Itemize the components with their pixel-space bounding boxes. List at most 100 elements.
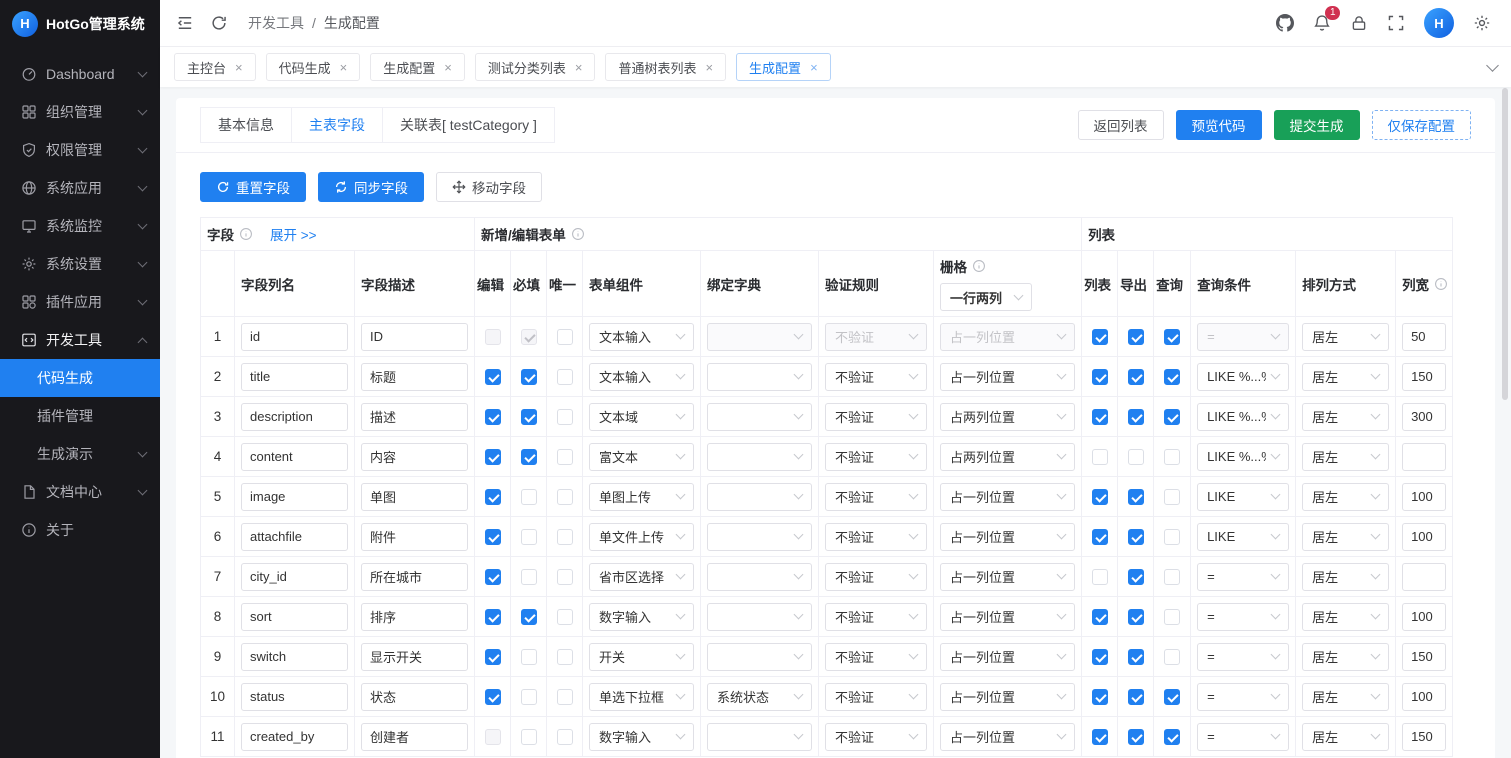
field-name-input[interactable] [241,563,348,591]
field-name-input[interactable] [241,603,348,631]
list-checkbox[interactable] [1092,529,1108,545]
dict-select[interactable] [707,363,812,391]
grid-select[interactable]: 占两列位置 [940,403,1075,431]
unique-checkbox[interactable] [557,529,573,545]
form-component-select[interactable]: 富文本 [589,443,694,471]
column-width-input[interactable] [1402,643,1446,671]
query-checkbox[interactable] [1164,329,1180,345]
align-select[interactable]: 居左 [1302,363,1389,391]
back-to-list-button[interactable]: 返回列表 [1078,110,1164,140]
grid-select[interactable]: 占一列位置 [940,683,1075,711]
field-name-input[interactable] [241,483,348,511]
breadcrumb-section[interactable]: 开发工具 [248,13,304,33]
edit-checkbox[interactable] [485,609,501,625]
field-name-input[interactable] [241,443,348,471]
validate-select[interactable]: 不验证 [825,643,927,671]
form-component-select[interactable]: 省市区选择 [589,563,694,591]
dict-select[interactable] [707,443,812,471]
required-checkbox[interactable] [521,569,537,585]
required-checkbox[interactable] [521,609,537,625]
list-checkbox[interactable] [1092,569,1108,585]
align-select[interactable]: 居左 [1302,483,1389,511]
required-checkbox[interactable] [521,409,537,425]
unique-checkbox[interactable] [557,689,573,705]
query-cond-select[interactable]: LIKE %...% [1197,363,1289,391]
column-width-input[interactable] [1402,443,1446,471]
sidebar-item-about[interactable]: 关于 [0,511,160,549]
query-checkbox[interactable] [1164,729,1180,745]
dict-select[interactable] [707,643,812,671]
column-width-input[interactable] [1402,683,1446,711]
align-select[interactable]: 居左 [1302,603,1389,631]
field-name-input[interactable] [241,523,348,551]
export-checkbox[interactable] [1128,569,1144,585]
validate-select[interactable]: 不验证 [825,563,927,591]
form-component-select[interactable]: 文本输入 [589,363,694,391]
dict-select[interactable] [707,403,812,431]
field-desc-input[interactable] [361,683,468,711]
grid-select[interactable]: 占一列位置 [940,483,1075,511]
unique-checkbox[interactable] [557,489,573,505]
field-desc-input[interactable] [361,643,468,671]
save-config-only-button[interactable]: 仅保存配置 [1372,110,1472,140]
lock-icon[interactable] [1350,14,1368,32]
align-select[interactable]: 居左 [1302,723,1389,751]
field-desc-input[interactable] [361,403,468,431]
dict-select[interactable] [707,723,812,751]
query-checkbox[interactable] [1164,409,1180,425]
validate-select[interactable]: 不验证 [825,523,927,551]
align-select[interactable]: 居左 [1302,643,1389,671]
close-icon[interactable]: × [444,61,452,74]
required-checkbox[interactable] [521,489,537,505]
dict-select[interactable] [707,523,812,551]
align-select[interactable]: 居左 [1302,683,1389,711]
column-width-input[interactable] [1402,563,1446,591]
required-checkbox[interactable] [521,529,537,545]
list-checkbox[interactable] [1092,409,1108,425]
validate-select[interactable]: 不验证 [825,483,927,511]
close-icon[interactable]: × [705,61,713,74]
grid-select[interactable]: 占两列位置 [940,443,1075,471]
field-desc-input[interactable] [361,603,468,631]
sync-fields-button[interactable]: 同步字段 [318,172,424,202]
query-checkbox[interactable] [1164,569,1180,585]
vertical-scrollbar[interactable] [1502,88,1508,400]
sidebar-item-dashboard[interactable]: Dashboard [0,55,160,93]
align-select[interactable]: 居左 [1302,443,1389,471]
dict-select[interactable] [707,603,812,631]
unique-checkbox[interactable] [557,569,573,585]
tab-test-category-list[interactable]: 测试分类列表 × [475,53,596,81]
dict-select[interactable]: 系统状态 [707,683,812,711]
sidebar-subitem-code-generation[interactable]: 代码生成 [0,359,160,397]
form-component-select[interactable]: 单文件上传 [589,523,694,551]
validate-select[interactable]: 不验证 [825,443,927,471]
query-checkbox[interactable] [1164,649,1180,665]
form-component-select[interactable]: 数字输入 [589,603,694,631]
unique-checkbox[interactable] [557,369,573,385]
sidebar-item-docs-center[interactable]: 文档中心 [0,473,160,511]
grid-select[interactable]: 占一列位置 [940,563,1075,591]
edit-checkbox[interactable] [485,489,501,505]
edit-checkbox[interactable] [485,529,501,545]
sidebar-item-organization[interactable]: 组织管理 [0,93,160,131]
expand-link[interactable]: 展开 >> [270,224,317,244]
avatar[interactable]: H [1424,8,1454,38]
export-checkbox[interactable] [1128,609,1144,625]
export-checkbox[interactable] [1128,449,1144,465]
tab-generate-config-2[interactable]: 生成配置 × [736,53,831,81]
close-icon[interactable]: × [575,61,583,74]
list-checkbox[interactable] [1092,329,1108,345]
list-checkbox[interactable] [1092,449,1108,465]
required-checkbox[interactable] [521,689,537,705]
form-component-select[interactable]: 文本域 [589,403,694,431]
sidebar-subitem-generation-demo[interactable]: 生成演示 [0,435,160,473]
close-icon[interactable]: × [235,61,243,74]
field-desc-input[interactable] [361,443,468,471]
field-name-input[interactable] [241,323,348,351]
query-checkbox[interactable] [1164,369,1180,385]
list-checkbox[interactable] [1092,369,1108,385]
column-width-input[interactable] [1402,603,1446,631]
field-desc-input[interactable] [361,563,468,591]
query-cond-select[interactable]: LIKE [1197,483,1289,511]
dict-select[interactable] [707,483,812,511]
